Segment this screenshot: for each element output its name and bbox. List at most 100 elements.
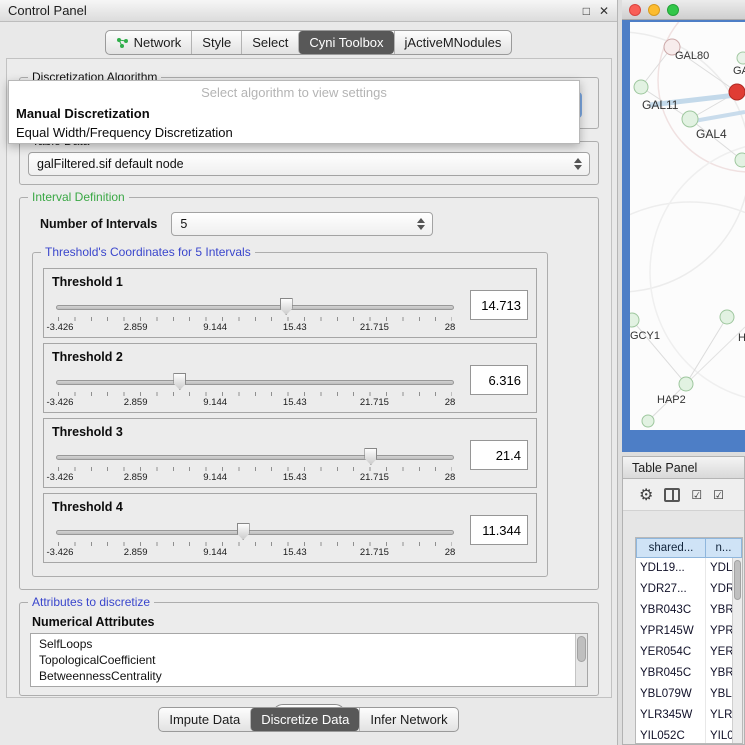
cell-shared-name[interactable]: YDL19...	[636, 558, 706, 579]
table-row[interactable]: YBL079WYBL0...	[636, 684, 742, 705]
checkbox-icon[interactable]: ☑	[691, 488, 702, 502]
threshold-value-field[interactable]: 11.344	[470, 515, 528, 545]
slider-thumb[interactable]	[237, 523, 250, 540]
cell-shared-name[interactable]: YBL079W	[636, 684, 706, 705]
close-panel-icon[interactable]: ✕	[599, 5, 609, 17]
list-item[interactable]: SelfLoops	[39, 636, 571, 652]
scale-label: 9.144	[203, 547, 227, 558]
control-panel-titlebar[interactable]: Control Panel □ ✕	[0, 0, 617, 22]
algorithm-prompt: Select algorithm to view settings	[9, 81, 579, 105]
table-panel-title: Table Panel	[632, 461, 697, 475]
tab-discretize-data[interactable]: Discretize Data	[250, 708, 359, 731]
attributes-group-title: Attributes to discretize	[28, 595, 154, 609]
node[interactable]	[642, 415, 654, 427]
tab-network[interactable]: Network	[106, 31, 192, 54]
threshold-slider[interactable]: -3.426 2.859 9.144 15.43 21.715 28	[56, 445, 454, 485]
tab-select[interactable]: Select	[241, 31, 298, 54]
tab-style[interactable]: Style	[191, 31, 241, 54]
table-data-select[interactable]: galFiltered.sif default node	[28, 152, 590, 176]
columns-icon[interactable]	[664, 488, 680, 502]
scale-label: 15.43	[283, 472, 307, 483]
table-row[interactable]: YBR045CYBR0...	[636, 663, 742, 684]
list-scrollbar[interactable]	[575, 634, 587, 686]
cell-shared-name[interactable]: YBR043C	[636, 600, 706, 621]
column-header-name[interactable]: n...	[706, 538, 742, 558]
tab-jactivemodules-label: jActiveMNodules	[405, 35, 502, 50]
slider-thumb[interactable]	[173, 373, 186, 390]
scale-label: 2.859	[124, 397, 148, 408]
node-table: shared... n... YDL19...YDL1... YDR27...Y…	[635, 537, 743, 744]
column-header-shared-name[interactable]: shared...	[636, 538, 706, 558]
node[interactable]	[735, 153, 745, 167]
scale-label: -3.426	[47, 547, 74, 558]
slider-track[interactable]	[56, 455, 454, 460]
node-label-gal11: GAL11	[642, 98, 678, 112]
cell-shared-name[interactable]: YPR145W	[636, 621, 706, 642]
mac-minimize-button[interactable]	[648, 4, 660, 16]
cell-shared-name[interactable]: YLR345W	[636, 705, 706, 726]
slider-thumb[interactable]	[364, 448, 377, 465]
cell-shared-name[interactable]: YER054C	[636, 642, 706, 663]
thresholds-group: Threshold's Coordinates for 5 Intervals …	[32, 252, 548, 577]
threshold-slider[interactable]: -3.426 2.859 9.144 15.43 21.715 28	[56, 295, 454, 335]
list-item[interactable]: TopologicalCoefficient	[39, 652, 571, 668]
thresholds-group-title: Threshold's Coordinates for 5 Intervals	[41, 245, 255, 259]
node-gcy1[interactable]	[630, 313, 639, 327]
scale-label: 15.43	[283, 547, 307, 558]
cell-shared-name[interactable]: YDR27...	[636, 579, 706, 600]
list-item[interactable]: BetweennessCentrality	[39, 668, 571, 684]
network-window-titlebar[interactable]	[622, 0, 745, 20]
table-scrollbar-thumb[interactable]	[734, 560, 741, 600]
tab-infer-network[interactable]: Infer Network	[359, 708, 457, 731]
scale-label: 15.43	[283, 322, 307, 333]
slider-thumb[interactable]	[280, 298, 293, 315]
tab-cyni-toolbox[interactable]: Cyni Toolbox	[298, 31, 393, 54]
checkbox-icon[interactable]: ☑	[713, 488, 724, 502]
threshold-slider[interactable]: -3.426 2.859 9.144 15.43 21.715 28	[56, 370, 454, 410]
slider-track[interactable]	[56, 305, 454, 310]
gear-icon[interactable]: ⚙	[639, 485, 653, 505]
node[interactable]	[737, 52, 745, 64]
threshold-value-field[interactable]: 6.316	[470, 365, 528, 395]
node-selected-red[interactable]	[729, 84, 745, 100]
table-panel-titlebar[interactable]: Table Panel	[623, 457, 744, 479]
cell-shared-name[interactable]: YIL052C	[636, 726, 706, 744]
list-scrollbar-thumb[interactable]	[577, 636, 586, 662]
mac-zoom-button[interactable]	[667, 4, 679, 16]
network-canvas[interactable]: GAL80 GA GAL11 GAL4 GCY1 H HAP2	[630, 22, 745, 430]
algorithm-option-equal-width[interactable]: Equal Width/Frequency Discretization	[9, 124, 579, 143]
threshold-value-field[interactable]: 14.713	[470, 290, 528, 320]
table-row[interactable]: YER054CYER0...	[636, 642, 742, 663]
numerical-attributes-list[interactable]: SelfLoops TopologicalCoefficient Between…	[30, 633, 588, 687]
table-row[interactable]: YDL19...YDL1...	[636, 558, 742, 579]
tab-style-label: Style	[202, 35, 231, 50]
threshold-value-field[interactable]: 21.4	[470, 440, 528, 470]
node[interactable]	[720, 310, 734, 324]
number-of-intervals-select[interactable]: 5	[171, 212, 433, 236]
threshold-slider[interactable]: -3.426 2.859 9.144 15.43 21.715 28	[56, 520, 454, 560]
table-row[interactable]: YDR27...YDR2...	[636, 579, 742, 600]
node-gal11[interactable]	[634, 80, 648, 94]
table-row[interactable]: YPR145WYPR1...	[636, 621, 742, 642]
slider-ticks	[58, 392, 452, 396]
scale-label: 15.43	[283, 397, 307, 408]
algorithm-option-manual[interactable]: Manual Discretization	[9, 105, 579, 124]
node-gal4[interactable]	[682, 111, 698, 127]
slider-track[interactable]	[56, 530, 454, 535]
table-row[interactable]: YBR043CYBR0...	[636, 600, 742, 621]
table-row[interactable]: YIL052CYIL0...	[636, 726, 742, 744]
cell-shared-name[interactable]: YBR045C	[636, 663, 706, 684]
float-panel-icon[interactable]: □	[583, 5, 590, 17]
scale-label: 21.715	[360, 322, 389, 333]
window-title: Control Panel	[8, 3, 583, 18]
tab-impute-data[interactable]: Impute Data	[159, 708, 250, 731]
table-row[interactable]: YLR345WYLR3...	[636, 705, 742, 726]
table-scrollbar[interactable]	[732, 558, 742, 743]
threshold-panel: Threshold 4 -3.426 2.859 9.144 15.43 21.…	[43, 493, 537, 563]
mac-close-button[interactable]	[629, 4, 641, 16]
threshold-label: Threshold 4	[52, 500, 460, 514]
node-hap2[interactable]	[679, 377, 693, 391]
slider-track[interactable]	[56, 380, 454, 385]
tab-jactivemodules[interactable]: jActiveMNodules	[394, 31, 512, 54]
scale-label: -3.426	[47, 397, 74, 408]
